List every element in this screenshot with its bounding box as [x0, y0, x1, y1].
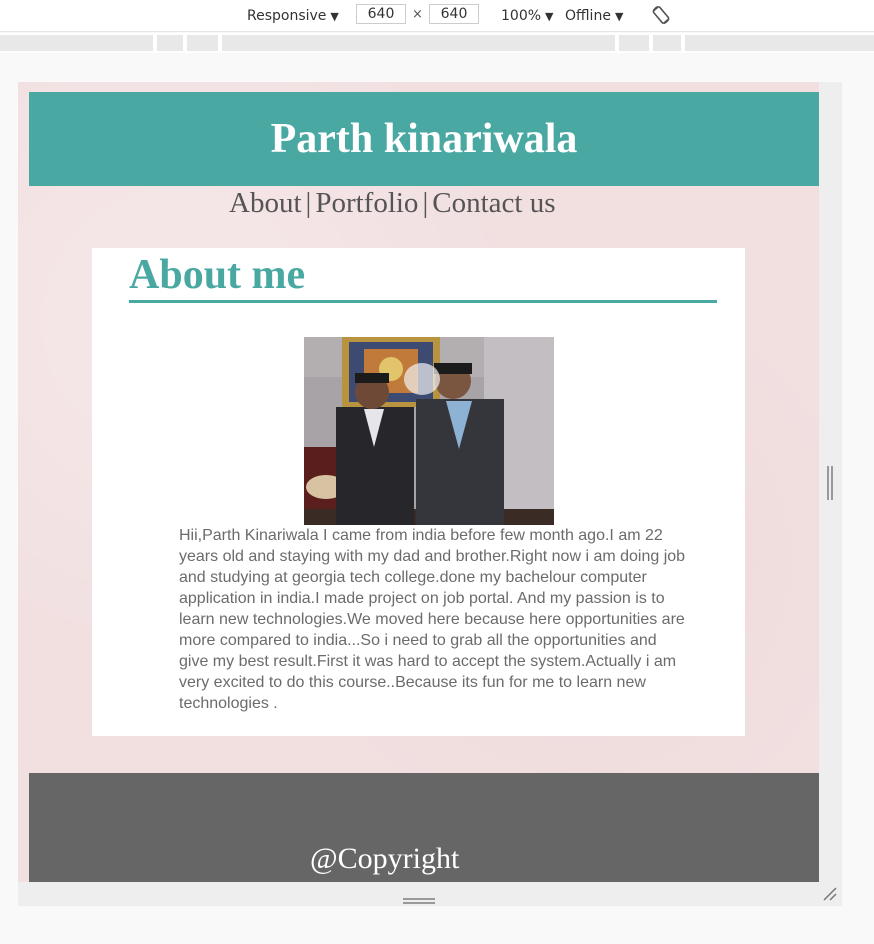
nav-separator: |	[422, 187, 429, 219]
zoom-label: 100%	[501, 8, 542, 24]
media-query-segment[interactable]	[0, 35, 153, 51]
device-mode-select[interactable]: Responsive ▼	[247, 6, 339, 26]
viewport-width-resize-handle[interactable]	[827, 466, 833, 500]
rotate-icon[interactable]	[650, 4, 672, 26]
about-section: About me Hii,Parth Kinariwala I came fro…	[92, 248, 745, 736]
site-title: Parth kinariwala	[270, 116, 578, 162]
nav-about-link[interactable]: About	[229, 187, 302, 219]
media-query-segment[interactable]	[653, 35, 681, 51]
media-query-segment[interactable]	[187, 35, 218, 51]
chevron-down-icon: ▼	[330, 10, 339, 23]
site-footer: @Copyright	[29, 773, 819, 882]
nav-separator: |	[305, 187, 312, 219]
nav-portfolio-link[interactable]: Portfolio	[315, 187, 418, 219]
nav-contact-link[interactable]: Contact us	[432, 187, 555, 219]
device-mode-label: Responsive	[247, 8, 327, 24]
media-query-bar	[0, 33, 874, 53]
media-query-segment[interactable]	[619, 35, 649, 51]
chevron-down-icon: ▼	[614, 10, 624, 23]
web-page: Parth kinariwala About | Portfolio | Contact…	[18, 82, 819, 882]
media-query-segment[interactable]	[685, 35, 874, 51]
media-query-segment[interactable]	[157, 35, 183, 51]
viewport-height-input[interactable]	[429, 4, 479, 24]
viewport-width-input[interactable]	[356, 4, 406, 24]
copyright-text: @Copyright	[310, 842, 460, 875]
profile-photo	[304, 337, 554, 525]
throttle-label: Offline	[565, 8, 611, 24]
site-nav: About | Portfolio | Contact us	[229, 183, 556, 223]
dimension-separator: ×	[412, 7, 423, 22]
about-heading: About me	[129, 250, 717, 303]
site-header: Parth kinariwala	[29, 92, 819, 186]
media-query-segment[interactable]	[222, 35, 615, 51]
devtools-device-toolbar: Responsive▼ × 100%▼ Offline▼	[0, 0, 874, 32]
device-viewport: Parth kinariwala About | Portfolio | Contact…	[18, 82, 842, 906]
about-paragraph: Hii,Parth Kinariwala I came from india b…	[179, 527, 686, 712]
viewport-corner-resize-icon[interactable]	[822, 886, 838, 902]
throttle-select[interactable]: Offline ▼	[565, 6, 623, 26]
chevron-down-icon: ▼	[545, 10, 554, 23]
zoom-select[interactable]: 100% ▼	[501, 6, 554, 26]
viewport-height-resize-handle[interactable]	[403, 892, 435, 904]
